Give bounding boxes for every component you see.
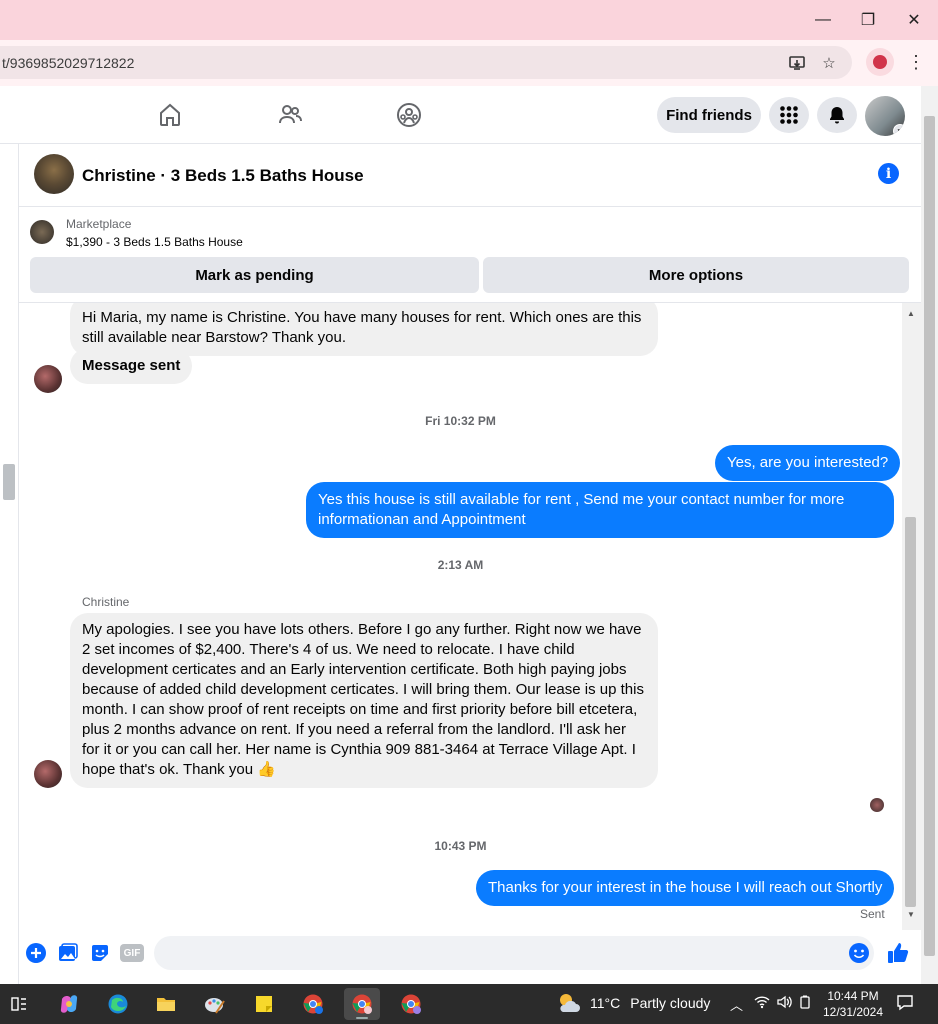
install-app-icon[interactable] (787, 53, 807, 73)
menu-grid-icon[interactable] (769, 97, 809, 133)
sender-avatar[interactable] (34, 760, 62, 788)
outgoing-message[interactable]: Yes this house is still available for re… (306, 482, 894, 538)
chrome-profile-c-icon[interactable] (393, 988, 429, 1020)
tray-chevron-up-icon[interactable]: ︿ (730, 995, 743, 1014)
sender-name: Christine (82, 595, 130, 609)
marketplace-label: Marketplace (66, 217, 132, 231)
photo-icon[interactable] (57, 942, 79, 964)
sent-status: Sent (860, 907, 885, 921)
wifi-icon[interactable] (754, 995, 770, 1012)
find-friends-button[interactable]: Find friends (657, 97, 761, 133)
account-chevron-down-icon[interactable]: ▼ (893, 124, 905, 136)
browser-toolbar: t/9369852029712822 ☆ (0, 40, 938, 86)
thread-scrollbar[interactable]: ▲ ▼ (902, 303, 921, 930)
incoming-message[interactable]: Message sent (70, 348, 193, 384)
windows-taskbar: 11°C Partly cloudy ︿ 10:44 PM 12/31/2024 (0, 984, 938, 1024)
message-thread: Hi Maria, my name is Christine. You have… (19, 303, 902, 930)
emoji-icon[interactable] (848, 942, 870, 964)
partly-cloudy-icon (560, 994, 580, 1012)
file-explorer-icon[interactable] (148, 988, 184, 1020)
thread-scrollbar-thumb[interactable] (905, 517, 916, 907)
page-scrollbar[interactable] (921, 86, 938, 984)
task-view-icon[interactable] (1, 988, 37, 1020)
close-window-button[interactable]: ✕ (899, 8, 929, 32)
clock-date: 12/31/2024 (822, 1005, 884, 1019)
copilot-icon[interactable] (51, 988, 87, 1020)
weather-temperature: 11°C (590, 995, 621, 1011)
chrome-active-window-icon[interactable] (344, 988, 380, 1020)
timestamp: Fri 10:32 PM (425, 414, 496, 428)
outgoing-message[interactable]: Thanks for your interest in the house I … (476, 870, 895, 906)
chat-header: Christine · 3 Beds 1.5 Baths House i (19, 144, 921, 207)
sticky-notes-icon[interactable] (246, 988, 282, 1020)
thumbs-up-icon[interactable] (887, 942, 909, 964)
home-icon[interactable] (157, 102, 183, 128)
weather-condition: Partly cloudy (630, 995, 711, 1011)
chat-avatar[interactable] (34, 154, 74, 194)
mark-as-pending-button[interactable]: Mark as pending (30, 257, 479, 293)
more-options-button[interactable]: More options (483, 257, 909, 293)
system-clock[interactable]: 10:44 PM 12/31/2024 (820, 988, 886, 1020)
bookmark-star-icon[interactable]: ☆ (819, 53, 839, 73)
timestamp: 10:43 PM (434, 839, 487, 853)
minimize-button[interactable]: — (808, 8, 838, 32)
battery-icon[interactable] (798, 995, 812, 1012)
browser-menu-icon[interactable]: ⋮ (906, 52, 926, 73)
scroll-down-arrow-icon[interactable]: ▼ (907, 910, 915, 919)
conversation-list-edge (0, 144, 19, 984)
groups-icon[interactable] (396, 102, 422, 128)
maximize-button[interactable]: ❐ (853, 8, 883, 32)
listing-summary[interactable]: $1,390 - 3 Beds 1.5 Baths House (66, 235, 243, 249)
address-bar[interactable]: t/9369852029712822 ☆ (0, 46, 852, 79)
timestamp: 2:13 AM (437, 558, 484, 572)
window-titlebar: — ❐ ✕ (0, 0, 938, 40)
edge-browser-icon[interactable] (100, 988, 136, 1020)
notifications-bell-icon[interactable] (817, 97, 857, 133)
scroll-up-arrow-icon[interactable]: ▲ (907, 309, 915, 318)
weather-widget[interactable]: 11°C Partly cloudy (556, 992, 710, 1014)
gif-icon[interactable]: GIF (120, 944, 144, 962)
clock-time: 10:44 PM (827, 989, 879, 1003)
incoming-message[interactable]: My apologies. I see you have lots others… (70, 613, 658, 788)
message-input[interactable] (154, 936, 874, 970)
seen-indicator-avatar (870, 798, 884, 812)
sticker-icon[interactable] (89, 942, 111, 964)
chrome-profile-a-icon[interactable] (295, 988, 331, 1020)
page-scrollbar-thumb[interactable] (924, 116, 935, 956)
marketplace-listing-bar: Marketplace $1,390 - 3 Beds 1.5 Baths Ho… (19, 207, 921, 303)
listing-thumbnail[interactable] (30, 220, 54, 244)
browser-profile-icon[interactable] (866, 48, 894, 76)
account-avatar[interactable]: ▼ (865, 96, 905, 136)
message-composer: GIF (19, 930, 921, 984)
friends-icon[interactable] (277, 102, 303, 128)
notifications-center-icon[interactable] (896, 993, 914, 1014)
url-text[interactable]: t/9369852029712822 (2, 55, 134, 71)
left-scrollbar-thumb[interactable] (3, 464, 15, 500)
active-indicator (356, 1017, 368, 1019)
info-icon[interactable]: i (878, 163, 899, 184)
paint-app-icon[interactable] (197, 988, 233, 1020)
outgoing-message[interactable]: Yes, are you interested? (715, 445, 901, 481)
volume-icon[interactable] (776, 995, 792, 1012)
sender-avatar[interactable] (34, 365, 62, 393)
chat-title[interactable]: Christine · 3 Beds 1.5 Baths House (82, 166, 364, 186)
plus-icon[interactable] (25, 942, 47, 964)
